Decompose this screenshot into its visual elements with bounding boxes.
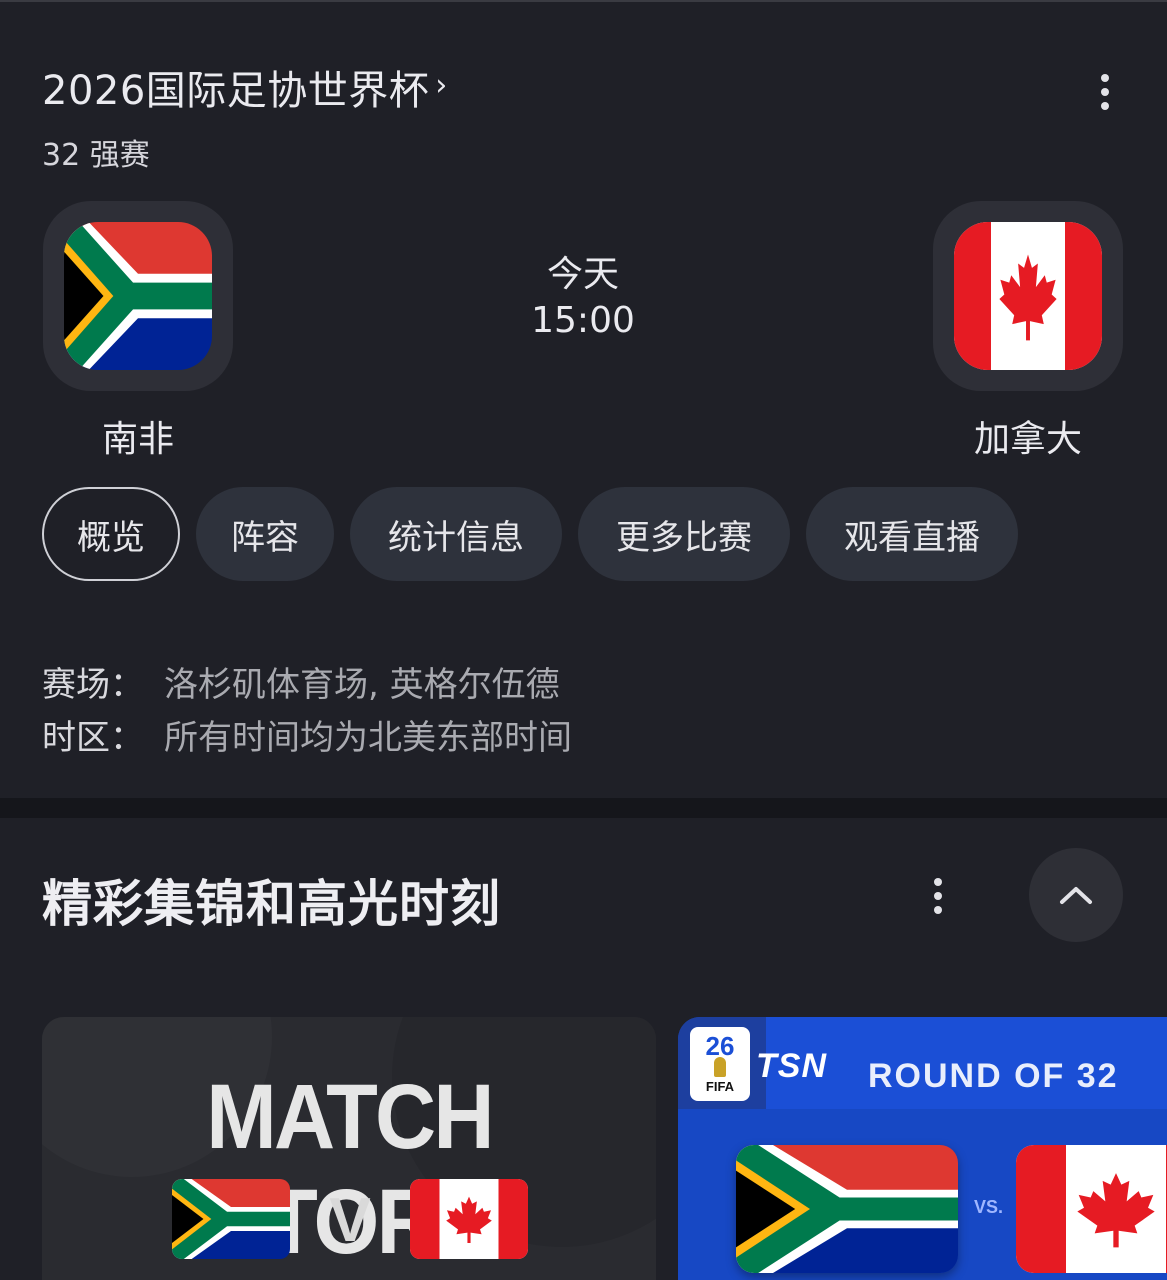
- tab-stats[interactable]: 统计信息: [350, 487, 562, 581]
- venue-value: 洛杉矶体育场, 英格尔伍德: [164, 665, 560, 705]
- away-team-name[interactable]: 加拿大: [933, 410, 1123, 462]
- timezone-row: 时区： 所有时间均为北美东部时间: [42, 710, 572, 759]
- tab-more-matches[interactable]: 更多比赛: [578, 487, 790, 581]
- round-headline: ROUND OF 32: [868, 1057, 1119, 1095]
- home-team-name[interactable]: 南非: [43, 410, 233, 462]
- tab-overview[interactable]: 概览: [42, 487, 180, 581]
- match-time: 15:00: [531, 300, 635, 341]
- timezone-label: 时区：: [42, 718, 144, 758]
- canada-flag-icon: [1016, 1145, 1167, 1273]
- venue-row: 赛场： 洛杉矶体育场, 英格尔伍德: [42, 657, 560, 706]
- south-africa-flag-icon: [736, 1145, 958, 1273]
- timezone-value: 所有时间均为北美东部时间: [164, 718, 572, 758]
- more-vert-icon[interactable]: [1085, 62, 1125, 122]
- versus-label: V: [329, 1186, 371, 1255]
- fifa-badge: 26 FIFA: [678, 1017, 766, 1109]
- chevron-right-icon: ›: [435, 67, 448, 103]
- highlight-card-tsn[interactable]: 26 FIFA TSN ROUND OF 32 VS.: [678, 1017, 1167, 1280]
- trophy-icon: 26 FIFA: [690, 1027, 750, 1101]
- canada-flag-icon: [410, 1179, 528, 1259]
- highlights-more-icon[interactable]: [918, 866, 958, 926]
- chevron-up-icon: [1060, 887, 1092, 904]
- highlight-card-match-story[interactable]: MATCH STORY V: [42, 1017, 656, 1280]
- canada-flag-icon: [954, 222, 1102, 370]
- south-africa-flag-icon: [64, 222, 212, 370]
- away-team-flag[interactable]: [933, 201, 1123, 391]
- tab-bar: 概览 阵容 统计信息 更多比赛 观看直播: [42, 487, 1018, 581]
- tab-lineup[interactable]: 阵容: [196, 487, 334, 581]
- venue-label: 赛场：: [42, 665, 144, 705]
- competition-title: 2026国际足协世界杯: [42, 68, 430, 114]
- top-border: [0, 0, 1167, 2]
- tab-watch-live[interactable]: 观看直播: [806, 487, 1018, 581]
- home-team-flag[interactable]: [43, 201, 233, 391]
- competition-link[interactable]: 2026国际足协世界杯 ›: [42, 58, 447, 116]
- trophy-shape: [714, 1057, 726, 1077]
- highlights-title: 精彩集锦和高光时刻: [42, 875, 501, 933]
- section-divider: [0, 798, 1167, 818]
- collapse-button[interactable]: [1029, 848, 1123, 942]
- stage-label: 32 强赛: [42, 138, 150, 173]
- versus-label: VS.: [974, 1197, 1004, 1217]
- badge-fifa: FIFA: [705, 1079, 735, 1094]
- match-day: 今天: [546, 254, 619, 295]
- tsn-logo: TSN: [756, 1047, 827, 1085]
- south-africa-flag-icon: [172, 1179, 290, 1259]
